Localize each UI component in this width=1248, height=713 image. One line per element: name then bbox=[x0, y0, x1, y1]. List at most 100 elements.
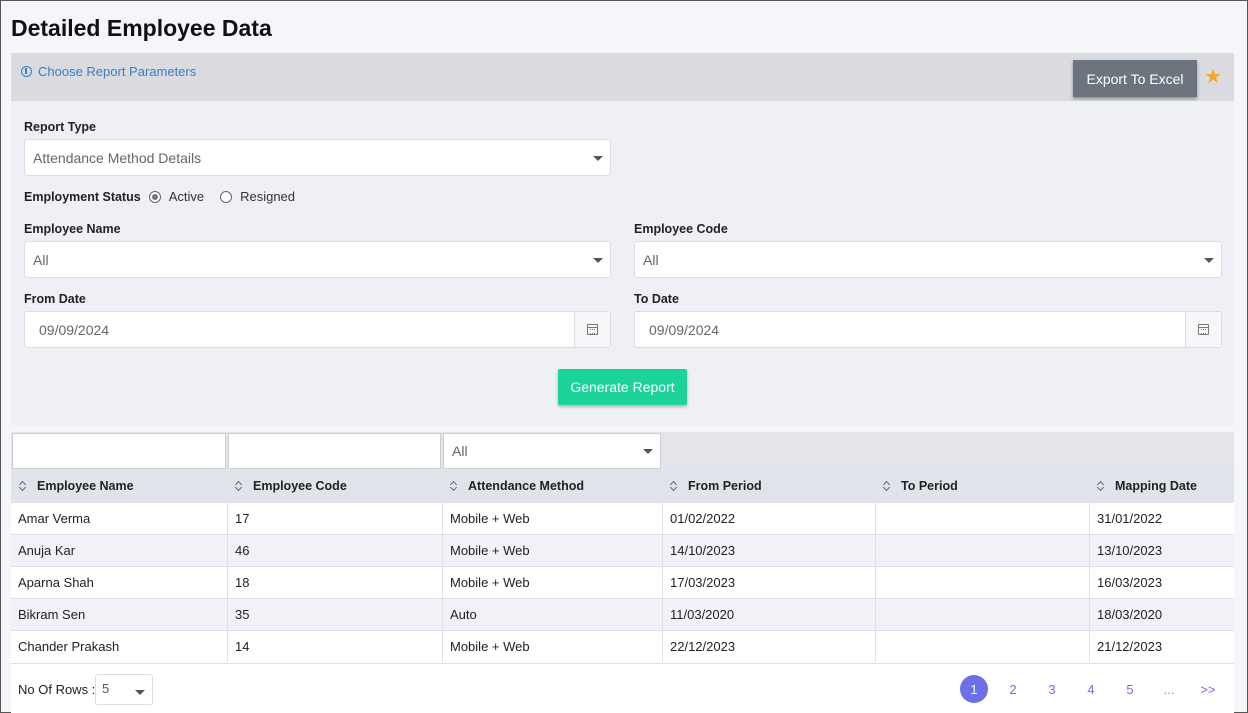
employee-code-select[interactable]: All bbox=[634, 241, 1222, 278]
page-title: Detailed Employee Data bbox=[11, 15, 272, 41]
page-3-button[interactable]: 3 bbox=[1038, 675, 1066, 703]
cell-to-period bbox=[875, 535, 1089, 566]
cell-employee-name: Amar Verma bbox=[18, 511, 91, 526]
cell-employee-name: Chander Prakash bbox=[18, 639, 120, 654]
employment-status-group: Employment Status Active Resigned bbox=[24, 189, 307, 204]
cell-employee-code: 18 bbox=[227, 567, 442, 598]
column-header-label: Employee Code bbox=[253, 479, 347, 493]
column-header-label: To Period bbox=[901, 479, 958, 493]
cell-mapping-date: 13/10/2023 bbox=[1089, 535, 1234, 566]
from-date-value: 09/09/2024 bbox=[39, 321, 110, 338]
cell-to-period bbox=[875, 503, 1089, 534]
column-header-to-period[interactable]: To Period bbox=[875, 470, 1089, 502]
cell-attendance-method: Auto bbox=[442, 599, 662, 630]
last-page-button[interactable]: >> bbox=[1194, 675, 1222, 703]
column-header-attendance-method[interactable]: Attendance Method bbox=[442, 470, 662, 502]
attendance-method-filter-value: All bbox=[452, 443, 468, 459]
active-radio[interactable] bbox=[148, 190, 161, 203]
page-1-button[interactable]: 1 bbox=[960, 675, 988, 703]
to-date-value: 09/09/2024 bbox=[649, 321, 720, 338]
sort-icon bbox=[450, 481, 458, 491]
generate-report-button[interactable]: Generate Report bbox=[558, 369, 687, 405]
from-date-input[interactable]: 09/09/2024 bbox=[24, 311, 611, 348]
cell-to-period bbox=[875, 631, 1089, 662]
employee-code-value: All bbox=[643, 251, 659, 268]
chevron-down-icon bbox=[643, 449, 653, 454]
cell-mapping-date: 31/01/2022 bbox=[1089, 503, 1234, 534]
table-footer: No Of Rows : 5 1 2 3 4 5 ... >> bbox=[11, 663, 1234, 713]
table-row[interactable]: Bikram Sen 35 Auto 11/03/2020 18/03/2020 bbox=[11, 598, 1234, 630]
employee-code-filter-input[interactable] bbox=[228, 433, 441, 469]
page-4-button[interactable]: 4 bbox=[1077, 675, 1105, 703]
report-form: Report Type Attendance Method Details Em… bbox=[11, 101, 1234, 426]
employee-name-label: Employee Name bbox=[24, 222, 121, 236]
cell-employee-code: 14 bbox=[227, 631, 442, 662]
column-header-employee-code[interactable]: Employee Code bbox=[227, 470, 442, 502]
from-date-label: From Date bbox=[24, 292, 86, 306]
choose-report-parameters-link[interactable]: Choose Report Parameters bbox=[21, 64, 196, 79]
column-header-from-period[interactable]: From Period bbox=[662, 470, 875, 502]
cell-attendance-method: Mobile + Web bbox=[442, 535, 662, 566]
column-header-label: Mapping Date bbox=[1115, 479, 1197, 493]
rows-per-page-label: No Of Rows : bbox=[18, 682, 96, 697]
sort-icon bbox=[19, 481, 27, 491]
table-row[interactable]: Anuja Kar 46 Mobile + Web 14/10/2023 13/… bbox=[11, 534, 1234, 566]
column-header-label: Attendance Method bbox=[468, 479, 584, 493]
info-icon bbox=[21, 66, 32, 77]
chevron-down-icon bbox=[593, 257, 603, 263]
attendance-method-filter-select[interactable]: All bbox=[443, 433, 661, 469]
page-5-button[interactable]: 5 bbox=[1116, 675, 1144, 703]
cell-mapping-date: 16/03/2023 bbox=[1089, 567, 1234, 598]
cell-to-period bbox=[875, 567, 1089, 598]
column-header-mapping-date[interactable]: Mapping Date bbox=[1089, 470, 1234, 502]
resigned-radio-label: Resigned bbox=[240, 189, 296, 204]
sort-icon bbox=[1097, 481, 1105, 491]
choose-report-parameters-label: Choose Report Parameters bbox=[38, 64, 197, 79]
export-to-excel-button[interactable]: Export To Excel bbox=[1073, 60, 1197, 97]
cell-employee-code: 35 bbox=[227, 599, 442, 630]
cell-attendance-method: Mobile + Web bbox=[442, 567, 662, 598]
table-filter-row: All bbox=[11, 432, 1234, 470]
employment-status-label: Employment Status bbox=[24, 189, 141, 204]
favorite-star-icon[interactable]: ★ bbox=[1204, 64, 1222, 89]
app-frame: Detailed Employee Data Choose Report Par… bbox=[0, 0, 1248, 713]
resigned-radio[interactable] bbox=[220, 190, 233, 203]
sort-icon bbox=[883, 481, 891, 491]
employee-name-value: All bbox=[33, 251, 49, 268]
column-header-label: Employee Name bbox=[37, 479, 134, 493]
table-row[interactable]: Aparna Shah 18 Mobile + Web 17/03/2023 1… bbox=[11, 566, 1234, 598]
report-table: All Employee Name Employee Code Attendan… bbox=[11, 432, 1234, 713]
cell-employee-name: Bikram Sen bbox=[18, 607, 86, 622]
rows-per-page-value: 5 bbox=[102, 681, 110, 696]
page-2-button[interactable]: 2 bbox=[999, 675, 1027, 703]
cell-mapping-date: 18/03/2020 bbox=[1089, 599, 1234, 630]
cell-employee-code: 46 bbox=[227, 535, 442, 566]
column-header-label: From Period bbox=[688, 479, 762, 493]
report-type-select[interactable]: Attendance Method Details bbox=[24, 139, 611, 176]
cell-from-period: 01/02/2022 bbox=[662, 503, 875, 534]
cell-from-period: 11/03/2020 bbox=[662, 599, 875, 630]
column-header-employee-name[interactable]: Employee Name bbox=[11, 470, 227, 502]
employee-code-label: Employee Code bbox=[634, 222, 728, 236]
cell-from-period: 22/12/2023 bbox=[662, 631, 875, 662]
page-ellipsis: ... bbox=[1163, 681, 1175, 697]
report-parameters-bar: Choose Report Parameters Export To Excel… bbox=[11, 53, 1234, 101]
sort-icon bbox=[670, 481, 678, 491]
sort-icon bbox=[235, 481, 243, 491]
to-date-calendar-button[interactable] bbox=[1185, 312, 1221, 347]
table-header-row: Employee Name Employee Code Attendance M… bbox=[11, 470, 1234, 502]
calendar-icon bbox=[587, 324, 598, 335]
chevron-down-icon bbox=[135, 690, 145, 696]
employee-name-select[interactable]: All bbox=[24, 241, 611, 278]
employee-name-filter-input[interactable] bbox=[12, 433, 226, 469]
rows-per-page-select[interactable]: 5 bbox=[95, 674, 153, 705]
table-row[interactable]: Chander Prakash 14 Mobile + Web 22/12/20… bbox=[11, 630, 1234, 662]
pagination: 1 2 3 4 5 ... >> bbox=[949, 675, 1222, 703]
report-type-value: Attendance Method Details bbox=[33, 149, 202, 166]
table-row[interactable]: Amar Verma 17 Mobile + Web 01/02/2022 31… bbox=[11, 502, 1234, 534]
chevron-down-icon bbox=[593, 155, 603, 161]
to-date-input[interactable]: 09/09/2024 bbox=[634, 311, 1222, 348]
chevron-down-icon bbox=[1204, 257, 1214, 263]
cell-employee-code: 17 bbox=[227, 503, 442, 534]
from-date-calendar-button[interactable] bbox=[574, 312, 610, 347]
